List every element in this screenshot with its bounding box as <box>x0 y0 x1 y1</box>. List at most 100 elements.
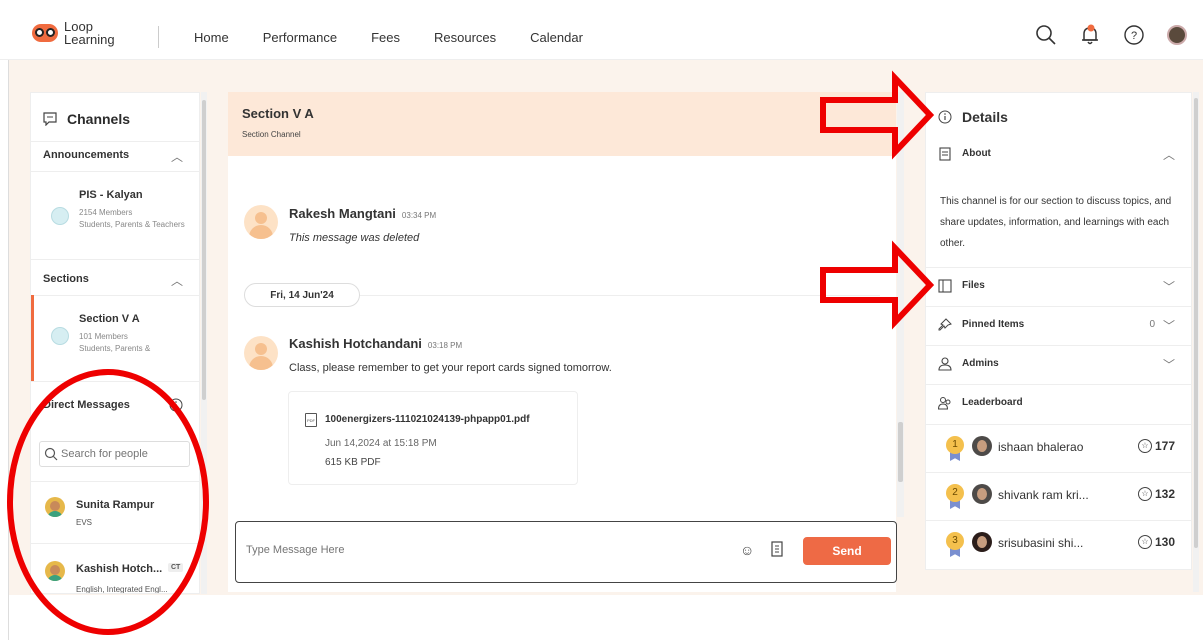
channel-item-section-v-a[interactable]: Section V A 101 Members Students, Parent… <box>31 295 199 381</box>
send-button[interactable]: Send <box>803 537 891 565</box>
dm-name: Kashish Hotch... <box>76 563 163 575</box>
pin-icon <box>938 318 952 331</box>
details-panel: Details About ︿ This channel is for our … <box>925 92 1192 570</box>
nav-performance[interactable]: Performance <box>263 30 337 45</box>
pdf-file-icon: PDF <box>305 413 317 427</box>
rank-medal: 2 <box>946 484 964 502</box>
channel-meta: 101 Members Students, Parents & <box>79 331 189 355</box>
chevron-down-icon[interactable]: ﹀ <box>1163 356 1175 373</box>
logo[interactable]: Loop Learning <box>32 20 115 46</box>
leaderboard-label: Leaderboard <box>962 397 1023 408</box>
search-input[interactable] <box>61 448 181 460</box>
rank-medal: 1 <box>946 436 964 454</box>
chat-icon <box>43 112 57 126</box>
date-separator: Fri, 14 Jun'24 <box>244 283 360 307</box>
channel-name: PIS - Kalyan <box>79 189 143 201</box>
pinned-items-row[interactable]: Pinned Items 0 ﹀ <box>926 306 1191 346</box>
active-indicator <box>31 295 34 381</box>
info-icon <box>938 110 952 124</box>
channels-title: Channels <box>67 111 131 127</box>
star-icon: ☆ <box>1138 535 1152 549</box>
message-time: 03:18 PM <box>427 341 463 350</box>
owl-logo-icon <box>32 24 58 42</box>
chevron-down-icon[interactable]: ﹀ <box>1163 317 1175 334</box>
leader-name: ishaan bhalerao <box>998 440 1084 454</box>
message-input[interactable] <box>246 544 706 556</box>
channel-audience: Students, Parents & <box>79 344 151 353</box>
chat-header: Section V A Section Channel <box>228 92 896 156</box>
admins-row[interactable]: Admins ﹀ <box>926 345 1191 385</box>
nav-fees[interactable]: Fees <box>371 30 400 45</box>
chevron-up-icon[interactable]: ︿ <box>171 272 183 289</box>
member-count: 101 Members <box>79 332 128 341</box>
leader-score: 132 <box>1155 487 1176 501</box>
avatar <box>972 484 992 504</box>
details-title: Details <box>962 109 1008 125</box>
chat-scrollbar[interactable] <box>897 92 904 517</box>
announcements-header[interactable]: Announcements <box>43 149 129 161</box>
chevron-down-icon[interactable]: ﹀ <box>1163 278 1175 295</box>
channels-scrollbar[interactable] <box>201 92 207 594</box>
dm-item-kashish[interactable]: Kashish Hotch... CT English, Integrated … <box>31 543 199 594</box>
star-icon: ☆ <box>1138 487 1152 501</box>
user-avatar[interactable] <box>1167 25 1187 45</box>
avatar <box>45 497 65 517</box>
details-scrollbar[interactable] <box>1193 92 1199 592</box>
about-row[interactable]: About ︿ <box>926 135 1191 175</box>
leader-score: 177 <box>1155 439 1176 453</box>
leaderboard-entry[interactable]: 3 srisubasini shi... ☆ 130 <box>926 520 1191 568</box>
dm-subject: English, Integrated Engl... <box>76 585 168 594</box>
file-name: 100energizers-111021024139-phpapp01.pdf <box>325 414 530 425</box>
dm-item-sunita[interactable]: Sunita Rampur EVS <box>31 481 199 543</box>
about-text: This channel is for our section to discu… <box>940 196 1172 249</box>
nav-resources[interactable]: Resources <box>434 30 496 45</box>
file-attachment[interactable]: PDF 100energizers-111021024139-phpapp01.… <box>288 391 578 485</box>
leaderboard-entry[interactable]: 1 ishaan bhalerao ☆ 177 <box>926 424 1191 472</box>
logo-line-2: Learning <box>64 32 115 47</box>
channels-header: Channels <box>43 111 130 127</box>
group-icon <box>938 397 951 410</box>
pinned-count: 0 <box>1149 319 1155 330</box>
file-size: 615 KB PDF <box>325 457 381 468</box>
nav-calendar[interactable]: Calendar <box>530 30 583 45</box>
top-bar: Loop Learning Home Performance Fees Reso… <box>0 0 1203 60</box>
leader-name: srisubasini shi... <box>998 536 1084 550</box>
info-icon[interactable] <box>169 398 183 417</box>
author-name: Rakesh Mangtani <box>289 206 396 221</box>
pinned-label: Pinned Items <box>962 319 1025 330</box>
files-row[interactable]: Files ﹀ <box>926 267 1191 307</box>
files-label: Files <box>962 280 985 291</box>
attachment-icon[interactable] <box>770 541 784 560</box>
leaderboard-entry[interactable]: 2 shivank ram kri... ☆ 132 <box>926 472 1191 520</box>
avatar <box>972 436 992 456</box>
people-search[interactable] <box>39 441 190 467</box>
dm-name: Sunita Rampur <box>76 499 155 511</box>
message-time: 03:34 PM <box>401 211 437 220</box>
main-nav: Home Performance Fees Resources Calendar <box>194 30 617 45</box>
folder-icon <box>938 279 952 293</box>
chat-panel: Section V A Section Channel Rakesh Mangt… <box>228 92 896 592</box>
channel-item-pis-kalyan[interactable]: PIS - Kalyan 2154 Members Students, Pare… <box>31 171 199 259</box>
document-icon <box>939 147 951 161</box>
divider <box>31 259 199 260</box>
sections-header[interactable]: Sections <box>43 273 89 285</box>
star-icon: ☆ <box>1138 439 1152 453</box>
file-date: Jun 14,2024 at 15:18 PM <box>325 438 437 449</box>
details-header: Details <box>938 109 1008 125</box>
author-name: Kashish Hotchandani <box>289 336 422 351</box>
search-icon[interactable] <box>1035 24 1057 46</box>
nav-home[interactable]: Home <box>194 30 229 45</box>
chevron-up-icon[interactable]: ︿ <box>1163 146 1175 163</box>
divider <box>31 141 199 142</box>
message-composer: ☺ Send <box>235 521 897 583</box>
divider <box>158 26 159 48</box>
bell-icon[interactable] <box>1079 24 1101 46</box>
leaderboard-row[interactable]: Leaderboard <box>926 384 1191 424</box>
help-icon[interactable]: ? <box>1123 24 1145 46</box>
channel-icon <box>51 327 69 345</box>
emoji-icon[interactable]: ☺ <box>740 542 754 558</box>
class-teacher-badge: CT <box>168 563 184 572</box>
direct-messages-header[interactable]: Direct Messages <box>43 399 130 411</box>
chevron-up-icon[interactable]: ︿ <box>171 148 183 165</box>
message-author: Rakesh Mangtani 03:34 PM <box>289 206 436 221</box>
